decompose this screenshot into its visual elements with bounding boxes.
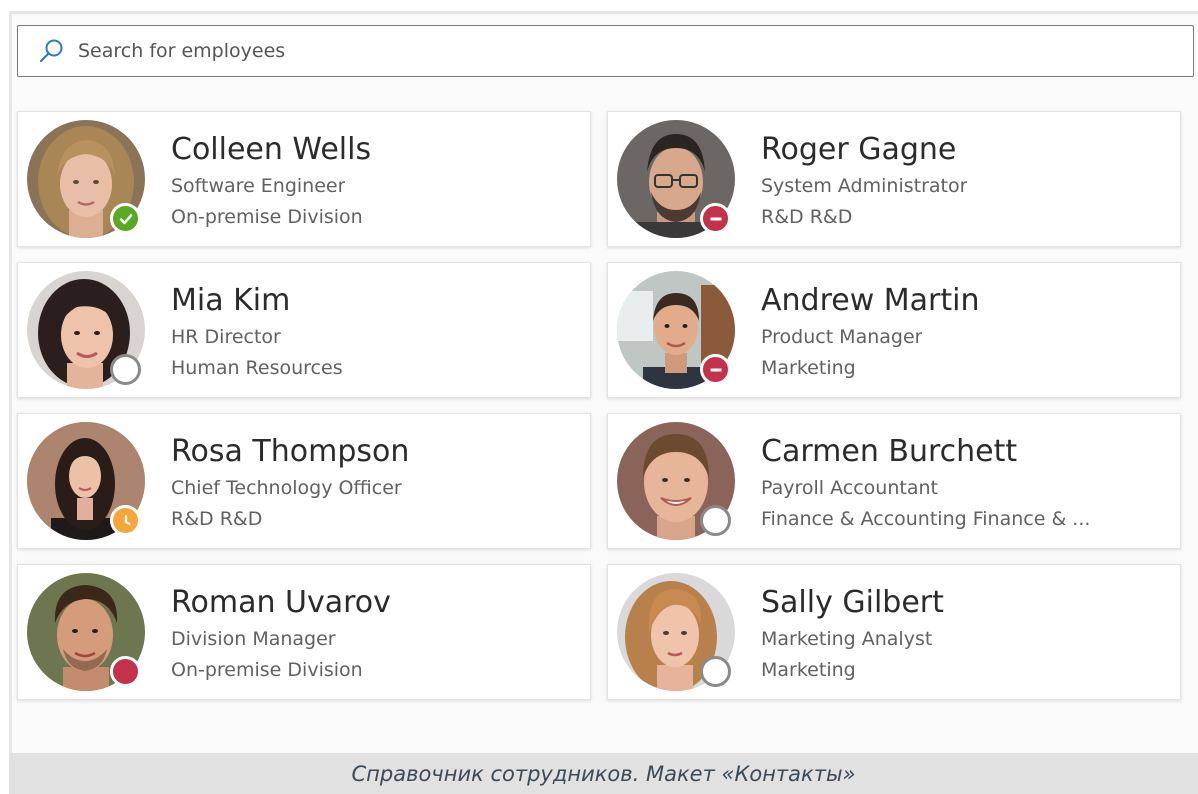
employee-title: Software Engineer xyxy=(171,175,346,197)
status-do-not-disturb-icon xyxy=(700,354,731,385)
employee-name: Colleen Wells xyxy=(171,132,372,167)
employee-card[interactable]: Andrew Martin Product Manager Marketing xyxy=(607,262,1181,398)
employee-department: Human Resources xyxy=(171,357,343,379)
employee-name: Mia Kim xyxy=(171,283,291,318)
employee-name: Sally Gilbert xyxy=(761,585,944,620)
employee-card[interactable]: Sally Gilbert Marketing Analyst Marketin… xyxy=(607,564,1181,700)
status-do-not-disturb-icon xyxy=(700,203,731,234)
employee-card[interactable]: Roman Uvarov Division Manager On-premise… xyxy=(17,564,591,700)
employee-name: Roger Gagne xyxy=(761,132,957,167)
caption: Справочник сотрудников. Макет «Контакты» xyxy=(9,753,1198,794)
employee-department: Marketing xyxy=(761,357,856,379)
status-offline-icon xyxy=(700,656,731,687)
employee-card[interactable]: Carmen Burchett Payroll Accountant Finan… xyxy=(607,413,1181,549)
employee-department: R&D R&D xyxy=(761,206,853,228)
employee-name: Carmen Burchett xyxy=(761,434,1018,469)
employee-department: R&D R&D xyxy=(171,508,263,530)
employee-card[interactable]: Mia Kim HR Director Human Resources xyxy=(17,262,591,398)
employee-title: Chief Technology Officer xyxy=(171,477,402,499)
status-offline-icon xyxy=(700,505,731,536)
search-icon xyxy=(39,39,63,63)
status-busy-icon xyxy=(110,656,141,687)
employee-department: On-premise Division xyxy=(171,659,363,681)
employee-title: Product Manager xyxy=(761,326,923,348)
employee-title: HR Director xyxy=(171,326,281,348)
status-offline-icon xyxy=(110,354,141,385)
employee-name: Roman Uvarov xyxy=(171,585,391,620)
status-away-clock-icon xyxy=(110,505,141,536)
employee-title: Payroll Accountant xyxy=(761,477,938,499)
employee-department: On-premise Division xyxy=(171,206,363,228)
employee-name: Rosa Thompson xyxy=(171,434,410,469)
employee-title: Division Manager xyxy=(171,628,336,650)
search-input[interactable] xyxy=(78,26,1183,76)
employee-department: Marketing xyxy=(761,659,856,681)
employee-card[interactable]: Rosa Thompson Chief Technology Officer R… xyxy=(17,413,591,549)
employee-department: Finance & Accounting Finance & ... xyxy=(761,508,1091,530)
status-available-icon xyxy=(110,203,141,234)
search-box[interactable] xyxy=(17,25,1194,77)
employee-name: Andrew Martin xyxy=(761,283,980,318)
employee-title: System Administrator xyxy=(761,175,968,197)
employee-card[interactable]: Colleen Wells Software Engineer On-premi… xyxy=(17,111,591,247)
employee-title: Marketing Analyst xyxy=(761,628,933,650)
employee-card[interactable]: Roger Gagne System Administrator R&D R&D xyxy=(607,111,1181,247)
